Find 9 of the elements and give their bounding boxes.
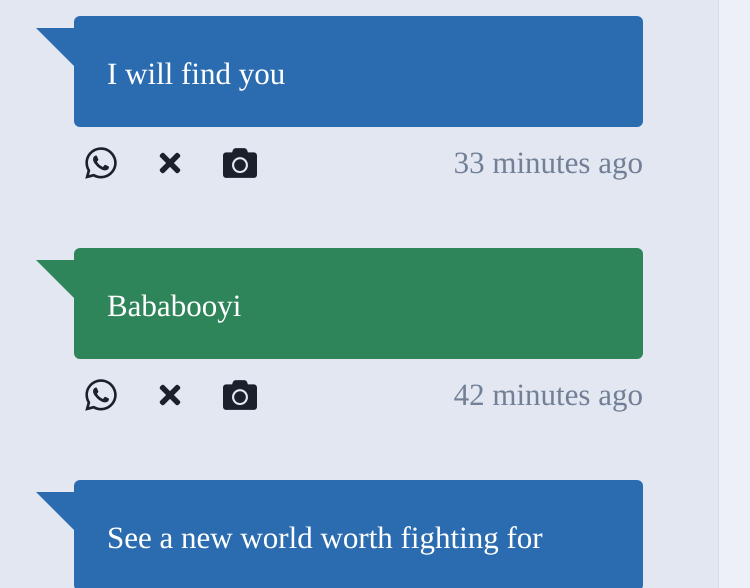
message-text: See a new world worth fighting for bbox=[107, 519, 543, 558]
timestamp: 42 minutes ago bbox=[454, 376, 643, 414]
timestamp: 33 minutes ago bbox=[454, 144, 643, 182]
message-text: I will find you bbox=[107, 55, 286, 94]
whatsapp-icon[interactable] bbox=[83, 377, 119, 413]
whatsapp-icon[interactable] bbox=[83, 145, 119, 181]
camera-icon[interactable] bbox=[221, 378, 259, 412]
message-text: Bababooyi bbox=[107, 287, 242, 326]
camera-icon[interactable] bbox=[221, 146, 259, 180]
